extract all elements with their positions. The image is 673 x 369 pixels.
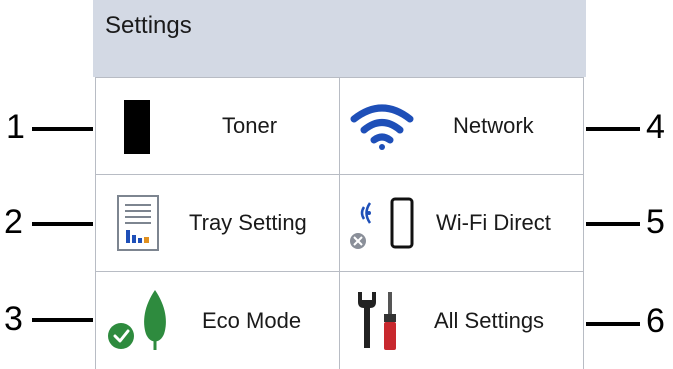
callout-1: 1 [6, 108, 25, 146]
title-bar: Settings [93, 0, 586, 77]
callout-4: 4 [646, 108, 665, 146]
settings-grid: Toner Network Tray Setting Wi-Fi Direct … [95, 77, 584, 369]
all-settings-label: All Settings [434, 307, 545, 333]
callout-6: 6 [646, 302, 665, 340]
lcd-screen: Settings Toner Network Tray Setting Wi-F… [93, 0, 586, 369]
tray-setting-label: Tray Setting [189, 210, 307, 235]
tools-icon [354, 290, 402, 357]
toner-button[interactable]: Toner [95, 77, 340, 175]
wifi-direct-button[interactable]: Wi-Fi Direct [340, 175, 584, 272]
tray-setting-icon [117, 195, 159, 256]
callout-5: 5 [646, 203, 665, 241]
wifi-direct-label: Wi-Fi Direct [436, 210, 551, 235]
eco-mode-label: Eco Mode [202, 307, 302, 333]
network-button[interactable]: Network [340, 77, 584, 175]
eco-leaf-icon [106, 288, 176, 357]
toner-icon [124, 100, 150, 159]
callout-3: 3 [4, 300, 23, 338]
screen-title: Settings [105, 12, 192, 39]
eco-mode-button[interactable]: Eco Mode [95, 272, 340, 369]
all-settings-button[interactable]: All Settings [340, 272, 584, 369]
toner-label: Toner [222, 113, 278, 138]
callout-2: 2 [4, 203, 23, 241]
wifi-icon [350, 103, 414, 156]
wifi-direct-icon [348, 193, 418, 258]
network-label: Network [453, 113, 534, 138]
tray-setting-button[interactable]: Tray Setting [95, 175, 340, 272]
